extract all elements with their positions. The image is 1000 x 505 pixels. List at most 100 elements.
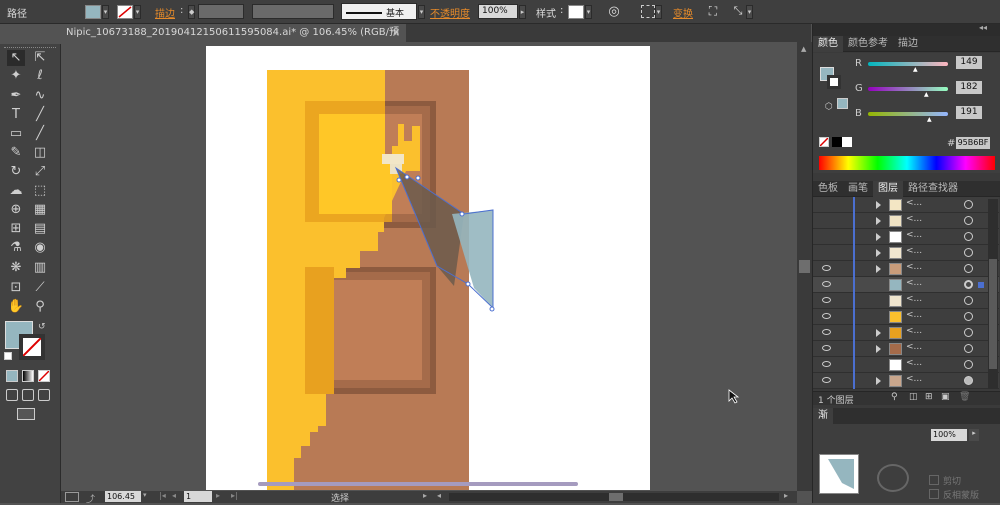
brush-dropdown-arrow[interactable]: ▾ <box>418 5 425 19</box>
transparency-opacity-field[interactable]: 100% <box>931 429 967 441</box>
channel-r-thumb[interactable]: ▲ <box>913 66 918 73</box>
eyedropper-icon[interactable]: ⚗ <box>7 240 25 256</box>
stroke-weight-stepper[interactable]: ◆ <box>188 5 195 19</box>
channel-g-value[interactable]: 182 <box>956 81 982 94</box>
transform-label[interactable]: 变换 <box>673 5 693 20</box>
opacity-label[interactable]: 不透明度 <box>430 5 470 20</box>
tab-gradient[interactable]: 渐 <box>813 408 833 424</box>
hex-field[interactable]: 95B6BF <box>956 137 990 149</box>
draw-normal-icon[interactable] <box>6 389 18 401</box>
line-tool-icon[interactable]: ╱ <box>31 107 49 123</box>
artboard-number-field[interactable]: 1 <box>184 491 212 502</box>
layer-row[interactable]: <... <box>813 293 999 309</box>
graphic-style-swatch[interactable] <box>568 5 584 19</box>
horizontal-scroll-track[interactable] <box>449 493 779 501</box>
new-sublayer-icon[interactable]: ⊞ <box>925 392 933 402</box>
artboard-nav-icon[interactable] <box>65 492 79 502</box>
pencil-icon[interactable]: ✎ <box>7 145 25 161</box>
first-artboard-icon[interactable]: |◂ <box>159 491 166 500</box>
warp-icon[interactable]: ☁ <box>7 183 25 199</box>
invert-mask-checkbox[interactable] <box>929 489 939 499</box>
layer-row[interactable]: <... <box>813 357 999 373</box>
cube-icon[interactable]: ⬡ <box>825 102 833 112</box>
variable-width-profile[interactable] <box>252 4 334 19</box>
rectangle-tool-icon[interactable]: ▭ <box>7 126 25 142</box>
rotate-icon[interactable]: ↻ <box>7 164 25 180</box>
next-artboard-icon[interactable]: ▸ <box>216 491 220 500</box>
gradient-icon[interactable]: ▤ <box>31 221 49 237</box>
stroke-swatch[interactable] <box>117 5 133 19</box>
swap-colors-icon[interactable]: ↺ <box>38 322 46 332</box>
zoom-field[interactable]: 106.45 <box>105 491 141 502</box>
new-layer-icon[interactable]: ▣ <box>941 392 950 402</box>
vertical-scroll-thumb[interactable] <box>799 260 810 273</box>
tab-color[interactable]: 颜色 <box>813 36 843 52</box>
channel-g-slider[interactable] <box>868 87 948 91</box>
collapse-dock-icon[interactable]: ◂◂ <box>979 23 987 32</box>
selection-tool-icon[interactable]: ↖ <box>7 50 25 66</box>
tab-stroke[interactable]: 描边 <box>893 36 923 52</box>
stroke-color-box[interactable] <box>19 334 45 360</box>
distribute-icon[interactable]: ⤡ <box>730 4 746 20</box>
vertical-scrollbar[interactable]: ▲ <box>797 42 812 491</box>
tab-brushes[interactable]: 画笔 <box>843 181 873 197</box>
layer-row[interactable]: <... <box>813 373 999 389</box>
toolbar-grip[interactable] <box>4 47 56 49</box>
channel-b-slider[interactable] <box>868 112 948 116</box>
out-of-gamut-swatch[interactable] <box>837 98 848 109</box>
screen-mode-icon[interactable] <box>17 408 35 420</box>
scroll-left-icon[interactable]: ◂ <box>437 491 441 500</box>
zoom-dropdown-icon[interactable]: ▾ <box>143 491 147 499</box>
magic-wand-icon[interactable]: ✦ <box>7 68 25 84</box>
scale-icon[interactable]: ⤢ <box>31 164 49 180</box>
lasso-icon[interactable]: ℓ <box>31 68 49 84</box>
prev-artboard-icon[interactable]: ◂ <box>172 491 176 500</box>
fill-swatch[interactable] <box>85 5 101 19</box>
pen-tool-icon[interactable]: ✒ <box>7 88 25 104</box>
graph-icon[interactable]: ▥ <box>31 260 49 276</box>
opacity-field[interactable]: 100% <box>478 4 518 19</box>
align-dropdown[interactable]: ▾ <box>655 5 662 19</box>
selection-indicator[interactable] <box>978 282 984 288</box>
hand-icon[interactable]: ✋ <box>7 299 25 315</box>
scroll-up-icon[interactable]: ▲ <box>801 45 806 53</box>
channel-r-slider[interactable] <box>868 62 948 66</box>
layers-scroll-thumb[interactable] <box>989 259 997 369</box>
color-spectrum[interactable] <box>819 156 995 170</box>
layer-row[interactable]: <... <box>813 229 999 245</box>
channel-b-thumb[interactable]: ▲ <box>927 116 932 123</box>
tab-swatches[interactable]: 色板 <box>813 181 843 197</box>
document-tab[interactable]: Nipic_10673188_20190412150611595084.ai* … <box>61 24 406 56</box>
fill-dropdown[interactable]: ▾ <box>102 5 109 19</box>
stroke-label[interactable]: 描边 <box>155 5 175 20</box>
white-swatch[interactable] <box>842 137 852 147</box>
delete-layer-icon[interactable]: 🗑 <box>959 392 970 402</box>
panel-stroke-swatch[interactable] <box>827 75 841 89</box>
perspective-icon[interactable]: ▦ <box>31 202 49 218</box>
last-artboard-icon[interactable]: ▸| <box>231 491 238 500</box>
locate-object-icon[interactable]: ⚲ <box>891 392 898 402</box>
none-swatch[interactable] <box>819 137 829 147</box>
distribute-dropdown[interactable]: ▾ <box>746 5 753 19</box>
mesh-icon[interactable]: ⊞ <box>7 221 25 237</box>
black-swatch[interactable] <box>832 137 842 147</box>
scroll-right-icon[interactable]: ▸ <box>784 491 788 500</box>
gradient-mode-icon[interactable] <box>22 370 34 382</box>
share-icon[interactable]: ⤴ <box>86 492 95 505</box>
symbol-sprayer-icon[interactable]: ❋ <box>7 260 25 276</box>
default-colors-icon[interactable] <box>4 352 12 360</box>
none-mode-icon[interactable] <box>38 370 50 382</box>
make-clipping-mask-icon[interactable]: ◫ <box>909 392 918 402</box>
layer-row[interactable]: <... <box>813 325 999 341</box>
opacity-dropdown[interactable]: ▸ <box>519 5 526 19</box>
status-menu-icon[interactable]: ▸ <box>423 491 427 500</box>
clip-checkbox[interactable] <box>929 475 939 485</box>
slice-icon[interactable]: ⟋ <box>31 280 49 296</box>
recolor-artwork-icon[interactable]: ◎ <box>606 4 622 20</box>
isolate-icon[interactable]: ⛶ <box>705 4 721 20</box>
type-tool-icon[interactable]: T <box>7 107 25 123</box>
transparency-opacity-dropdown[interactable]: ▸ <box>969 429 979 441</box>
tab-pathfinder[interactable]: 路径查找器 <box>903 181 963 197</box>
horizontal-scroll-thumb[interactable] <box>609 493 623 501</box>
color-mode-icon[interactable] <box>6 370 18 382</box>
